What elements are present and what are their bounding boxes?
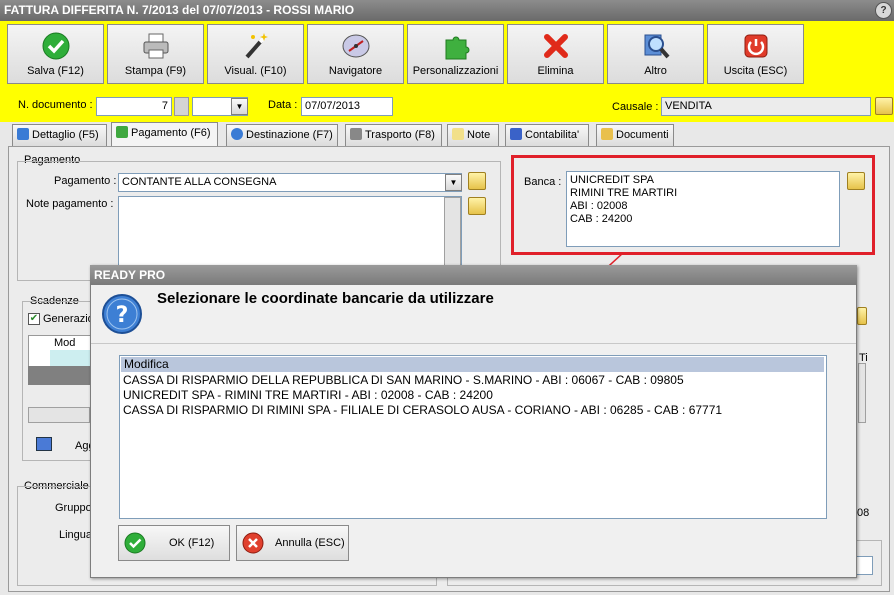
chevron-down-icon[interactable]: ▼ <box>445 174 462 191</box>
customizations-button[interactable]: Personalizzazioni <box>407 24 504 84</box>
grid-row-selected[interactable] <box>50 350 92 366</box>
scadenze-folder-icon[interactable] <box>857 307 867 325</box>
note-pagamento-label: Note pagamento : <box>26 198 114 210</box>
magic-wand-icon <box>244 33 268 59</box>
tab-documenti[interactable]: Documenti <box>596 124 674 146</box>
pagamento-folder-icon[interactable] <box>468 172 486 190</box>
causale-input[interactable]: VENDITA <box>661 97 871 116</box>
tab-destinazione[interactable]: Destinazione (F7) <box>226 124 338 146</box>
list-icon <box>17 128 29 140</box>
tab-pagamento[interactable]: Pagamento (F6) <box>111 122 218 146</box>
list-item-bank[interactable]: CASSA DI RISPARMIO DELLA REPUBBLICA DI S… <box>120 373 826 388</box>
doc-number-spin[interactable] <box>174 97 189 116</box>
doc-number-input[interactable]: 7 <box>96 97 172 116</box>
generazione-checkbox[interactable]: ✔ <box>28 313 40 325</box>
dialog-message: Selezionare le coordinate bancarie da ut… <box>157 290 494 307</box>
check-icon <box>124 532 146 554</box>
dialog-title: READY PRO <box>90 265 857 285</box>
right-scrollbar[interactable] <box>858 363 866 423</box>
cancel-button[interactable]: Annulla (ESC) <box>236 525 349 561</box>
dialog-divider <box>91 343 856 344</box>
print-button[interactable]: Stampa (F9) <box>107 24 204 84</box>
gruppo-label: Gruppo <box>55 502 92 514</box>
save-button[interactable]: Salva (F12) <box>7 24 104 84</box>
globe-icon <box>231 128 243 140</box>
payment-icon <box>116 126 128 138</box>
delete-x-icon <box>543 34 568 58</box>
tab-note[interactable]: Note <box>447 124 499 146</box>
pagamento-label: Pagamento : <box>54 175 117 187</box>
highlight-frame <box>511 155 875 255</box>
delete-button[interactable]: Elimina <box>507 24 604 84</box>
truck-icon <box>350 128 362 140</box>
date-input[interactable]: 07/07/2013 <box>301 97 393 116</box>
question-icon: ? <box>102 294 142 334</box>
magnifier-icon <box>644 34 670 59</box>
generazione-label: Generazio <box>43 313 94 325</box>
window-title: FATTURA DIFFERITA N. 7/2013 del 07/07/20… <box>0 0 894 21</box>
grid-empty-area <box>28 366 92 385</box>
pagamento-select[interactable]: CONTANTE ALLA CONSEGNA <box>118 173 462 192</box>
grid-header-mod: Mod <box>54 337 76 349</box>
exit-button[interactable]: Uscita (ESC) <box>707 24 804 84</box>
list-item-bank[interactable]: CASSA DI RISPARMIO DI RIMINI SPA - FILIA… <box>120 403 826 418</box>
printer-icon <box>143 33 168 59</box>
navigator-button[interactable]: Navigatore <box>307 24 404 84</box>
tab-contabilita[interactable]: Contabilita' <box>505 124 589 146</box>
note-icon <box>452 128 464 140</box>
note-folder-icon[interactable] <box>468 197 486 215</box>
causale-label: Causale : <box>612 101 659 113</box>
right-bottom-input[interactable] <box>855 556 873 575</box>
compass-icon <box>342 34 369 58</box>
right-value-text: 08 <box>857 507 870 519</box>
save-check-icon <box>42 32 69 60</box>
note-scrollbar[interactable] <box>444 197 461 267</box>
add-row-icon[interactable] <box>36 437 52 451</box>
date-label: Data : <box>268 99 298 111</box>
power-icon <box>744 34 767 58</box>
ok-button[interactable]: OK (F12) <box>118 525 230 561</box>
grid-horizontal-scrollbar[interactable] <box>28 407 90 423</box>
puzzle-icon <box>445 36 469 60</box>
chevron-down-icon[interactable]: ▼ <box>231 98 248 115</box>
svg-text:?: ? <box>116 303 129 328</box>
lingua-label: Lingua <box>59 529 93 541</box>
cancel-icon <box>242 532 264 554</box>
folder-icon <box>601 128 613 140</box>
list-item-modifica[interactable]: Modifica <box>121 357 824 372</box>
book-icon <box>510 128 522 140</box>
tab-dettaglio[interactable]: Dettaglio (F5) <box>12 124 107 146</box>
causale-folder-icon[interactable] <box>875 97 893 115</box>
other-button[interactable]: Altro <box>607 24 704 84</box>
tab-trasporto[interactable]: Trasporto (F8) <box>345 124 442 146</box>
view-button[interactable]: Visual. (F10) <box>207 24 304 84</box>
note-pagamento-textarea[interactable] <box>118 196 462 268</box>
doc-number-label: N. documento : <box>18 99 93 111</box>
list-item-bank[interactable]: UNICREDIT SPA - RIMINI TRE MARTIRI - ABI… <box>120 388 826 403</box>
help-icon[interactable]: ? <box>875 2 892 19</box>
bank-list[interactable]: Modifica CASSA DI RISPARMIO DELLA REPUBB… <box>119 355 827 519</box>
